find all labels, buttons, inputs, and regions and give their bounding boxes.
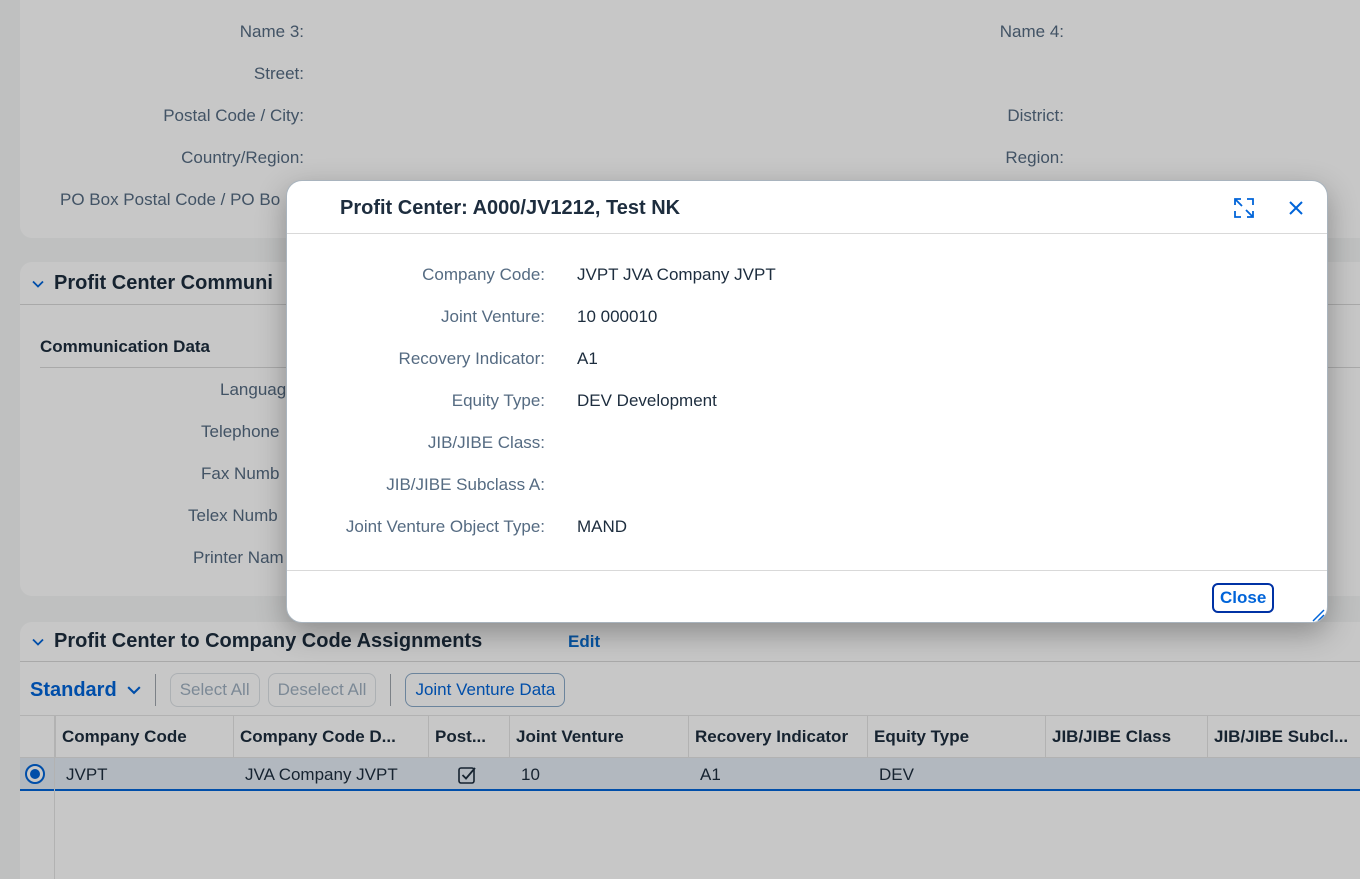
field-label: Joint Venture: bbox=[441, 307, 545, 326]
close-button[interactable]: Close bbox=[1212, 583, 1275, 613]
field-label: JIB/JIBE Subclass A: bbox=[386, 475, 545, 494]
field-value: DEV Development bbox=[577, 391, 717, 410]
field-row: Joint Venture Object Type: MAND bbox=[287, 517, 1327, 547]
dialog-title: Profit Center: A000/JV1212, Test NK bbox=[340, 197, 681, 219]
field-value: A1 bbox=[577, 349, 598, 368]
field-row: JIB/JIBE Class: bbox=[287, 433, 1327, 463]
field-value: 10 000010 bbox=[577, 307, 658, 326]
expand-icon[interactable] bbox=[1231, 195, 1257, 221]
dialog-header: Profit Center: A000/JV1212, Test NK bbox=[287, 181, 1327, 234]
field-label: Equity Type: bbox=[451, 391, 545, 410]
close-icon[interactable] bbox=[1283, 195, 1309, 221]
dialog-footer: Close bbox=[287, 570, 1327, 622]
field-label: JIB/JIBE Class: bbox=[427, 433, 545, 452]
field-row: Company Code: JVPT JVA Company JVPT bbox=[287, 265, 1327, 295]
profit-center-dialog: Profit Center: A000/JV1212, Test NK Comp… bbox=[286, 180, 1328, 623]
resize-handle-icon[interactable] bbox=[1311, 608, 1325, 622]
field-row: Equity Type: DEV Development bbox=[287, 391, 1327, 421]
field-row: JIB/JIBE Subclass A: bbox=[287, 475, 1327, 505]
field-row: Recovery Indicator: A1 bbox=[287, 349, 1327, 379]
field-label: Recovery Indicator: bbox=[398, 349, 545, 368]
field-value: JVPT JVA Company JVPT bbox=[577, 265, 776, 284]
field-value: MAND bbox=[577, 517, 628, 536]
field-label: Company Code: bbox=[422, 265, 545, 284]
field-row: Joint Venture: 10 000010 bbox=[287, 307, 1327, 337]
field-label: Joint Venture Object Type: bbox=[345, 517, 545, 536]
